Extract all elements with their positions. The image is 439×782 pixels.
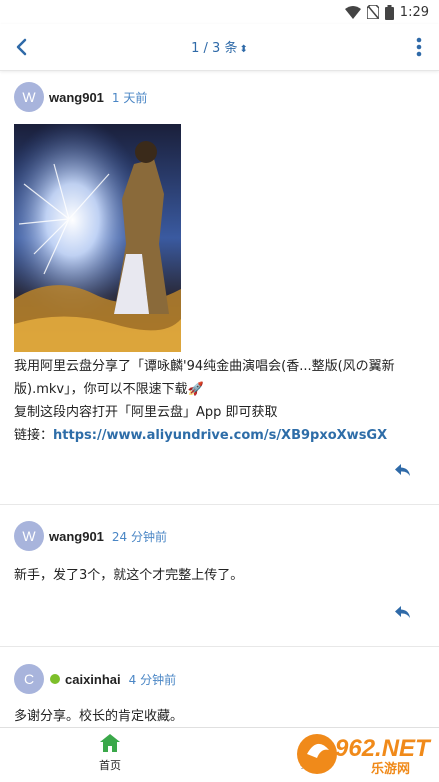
post-2: W wang901 24 分钟前 新手，发了3个，就这个才完整上传了。 (0, 505, 439, 647)
avatar[interactable]: W (14, 521, 44, 551)
post-header: W wang901 24 分钟前 (14, 521, 167, 551)
post-header: C caixinhai 4 分钟前 (14, 664, 176, 694)
wifi-icon (344, 5, 361, 19)
post-3: C caixinhai 4 分钟前 多谢分享。校长的肯定收藏。 (0, 647, 439, 728)
online-status-dot (50, 674, 60, 684)
post-1: W wang901 1 天前 我用阿里云盘分享了「谭咏麟'94纯金曲演唱会(香.… (0, 71, 439, 505)
post-time: 4 分钟前 (128, 672, 177, 687)
page-indicator: 1 / 3 条 (191, 41, 238, 56)
no-sim-icon (366, 5, 379, 19)
username[interactable]: wang901 (49, 90, 104, 105)
share-link[interactable]: https://www.aliyundrive.com/s/XB9pxoXwsG… (53, 428, 387, 443)
status-time: 1:29 (399, 4, 429, 20)
username[interactable]: wang901 (49, 529, 104, 544)
nav-home[interactable]: 首页 (85, 734, 135, 773)
avatar[interactable]: W (14, 82, 44, 112)
post-text-line: 我用阿里云盘分享了「谭咏麟'94纯金曲演唱会(香...整版(风の翼新 (14, 359, 395, 374)
link-prefix: 链接： (14, 428, 54, 443)
status-bar: 1:29 (0, 0, 439, 24)
post-body: 我用阿里云盘分享了「谭咏麟'94纯金曲演唱会(香...整版(风の翼新 版).mk… (14, 355, 424, 447)
svg-text:乐游网: 乐游网 (371, 761, 410, 777)
page-selector[interactable]: 1 / 3 条 ⬍ (0, 37, 439, 56)
username[interactable]: caixinhai (65, 672, 121, 687)
post-time: 1 天前 (111, 90, 148, 105)
more-menu-button[interactable] (407, 34, 431, 60)
post-text-line: 版).mkv」，你可以不限速下载🚀 (14, 382, 204, 397)
post-time: 24 分钟前 (111, 529, 168, 544)
top-bar: 1 / 3 条 ⬍ (0, 24, 439, 71)
reply-icon (395, 463, 410, 476)
watermark-logo: 962.NET 乐游网 (295, 728, 433, 778)
reply-button[interactable] (393, 604, 413, 620)
post-text-line: 复制这段内容打开「阿里云盘」App 即可获取 (14, 405, 278, 420)
post-body: 多谢分享。校长的肯定收藏。 (14, 709, 184, 724)
reply-icon (395, 605, 410, 618)
post-header: W wang901 1 天前 (14, 82, 147, 112)
post-image[interactable] (14, 124, 181, 352)
sort-caret-icon: ⬍ (239, 44, 248, 55)
avatar[interactable]: C (14, 664, 44, 694)
battery-icon (384, 4, 394, 20)
home-icon (100, 734, 120, 752)
reply-button[interactable] (393, 462, 413, 478)
post-body: 新手，发了3个，就这个才完整上传了。 (14, 568, 244, 583)
more-vertical-icon (416, 37, 422, 57)
svg-text:962.NET: 962.NET (335, 735, 432, 762)
nav-home-label: 首页 (99, 759, 121, 772)
post-link-line: 链接：https://www.aliyundrive.com/s/XB9pxoX… (14, 424, 424, 447)
